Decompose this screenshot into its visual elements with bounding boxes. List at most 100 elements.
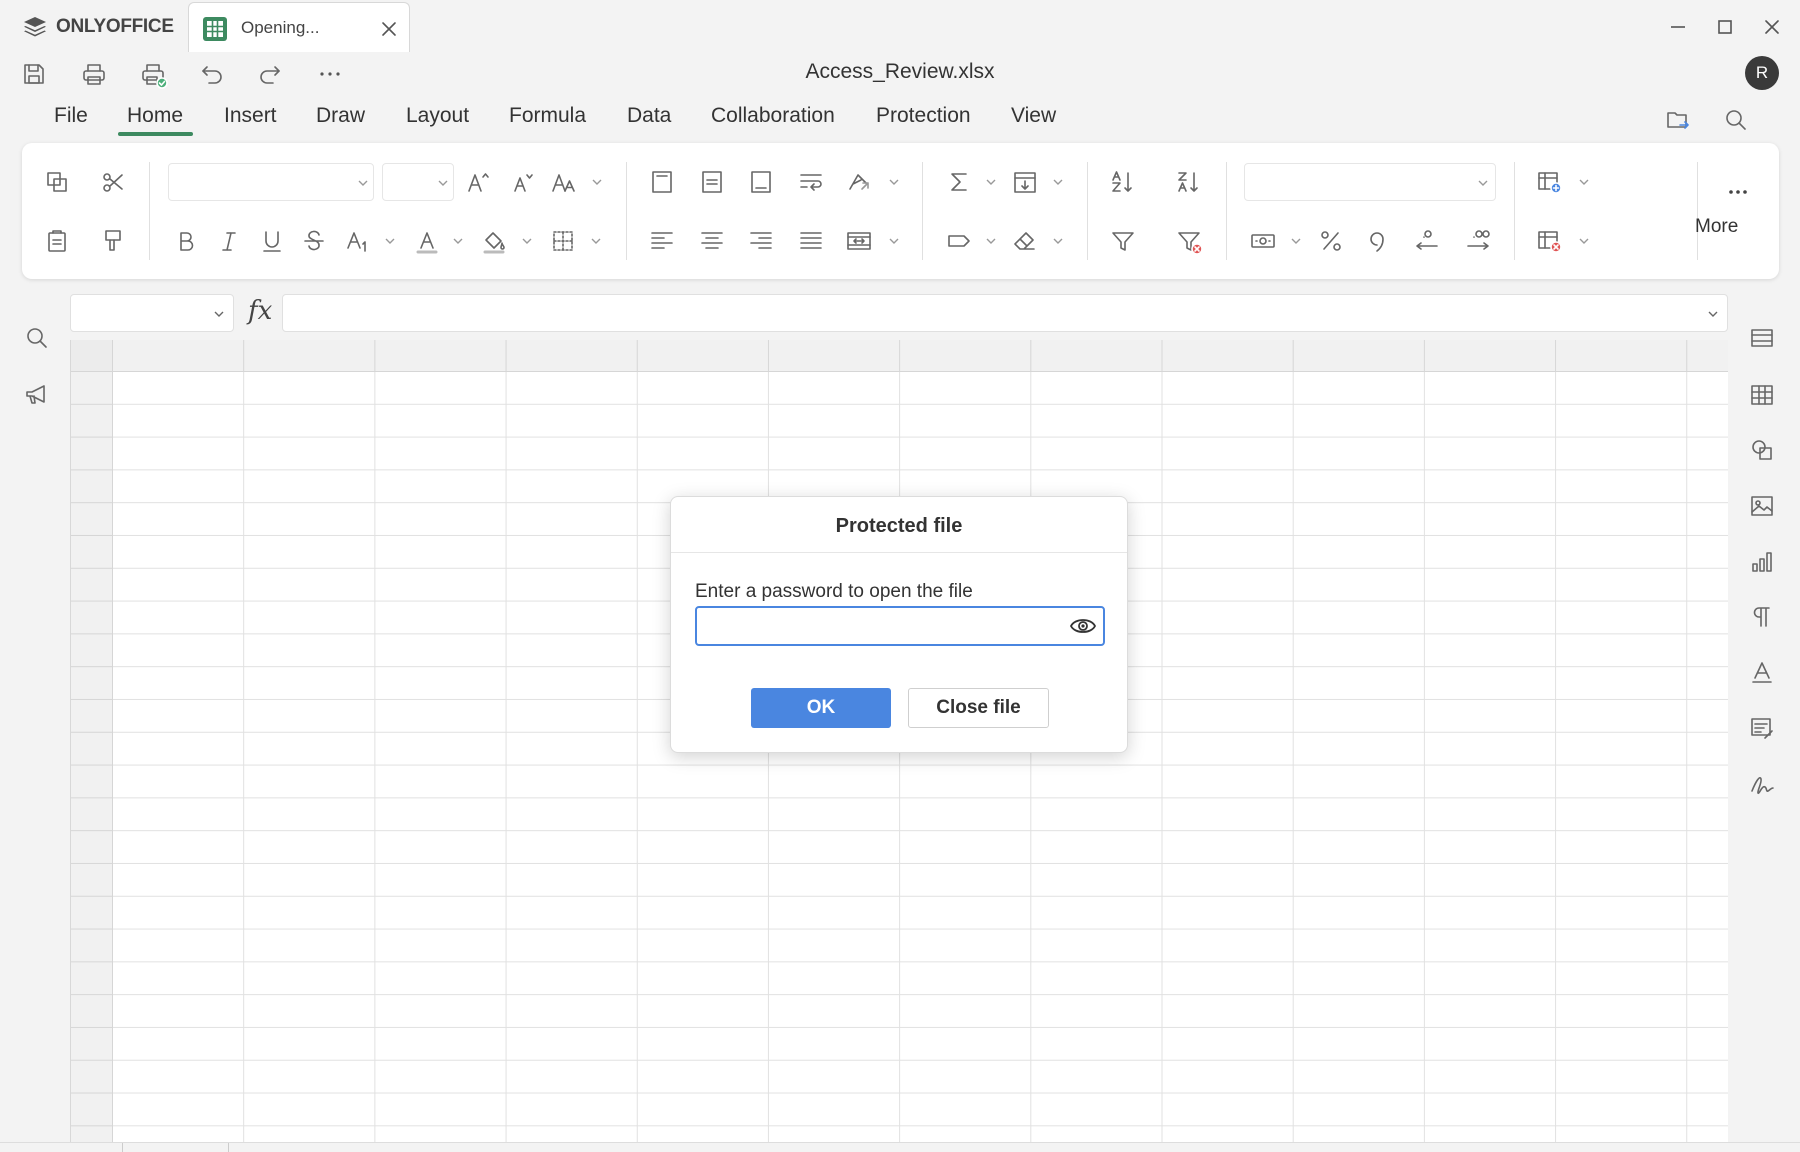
copy-icon[interactable]	[41, 166, 73, 198]
strikethrough-icon[interactable]	[298, 225, 330, 257]
clear-icon[interactable]	[1009, 225, 1041, 257]
maximize-window-icon[interactable]	[1711, 13, 1739, 41]
accounting-format-icon[interactable]	[1247, 225, 1279, 257]
align-center-icon[interactable]	[696, 225, 728, 257]
tab-protection[interactable]: Protection	[876, 104, 971, 128]
formula-input[interactable]	[282, 294, 1728, 332]
named-range-icon[interactable]	[943, 225, 975, 257]
sum-icon[interactable]	[943, 166, 975, 198]
feedback-megaphone-icon[interactable]	[21, 379, 53, 411]
tab-file[interactable]: File	[54, 104, 88, 128]
borders-icon[interactable]	[547, 225, 579, 257]
increase-decimal-icon[interactable]	[1462, 225, 1494, 257]
user-avatar[interactable]: R	[1745, 56, 1779, 90]
chevron-down-icon[interactable]	[888, 176, 900, 188]
chart-settings-icon[interactable]	[1746, 546, 1778, 578]
open-file-location-icon[interactable]	[1662, 104, 1694, 136]
chevron-down-icon[interactable]	[1052, 176, 1064, 188]
password-input[interactable]	[695, 606, 1105, 646]
show-password-eye-icon[interactable]	[1069, 615, 1097, 637]
increase-font-icon[interactable]	[462, 166, 494, 198]
shape-settings-icon[interactable]	[1746, 434, 1778, 466]
minimize-window-icon[interactable]	[1664, 13, 1692, 41]
italic-icon[interactable]	[213, 225, 245, 257]
chevron-down-icon[interactable]	[1052, 235, 1064, 247]
sort-descending-icon[interactable]	[1173, 166, 1205, 198]
align-right-icon[interactable]	[745, 225, 777, 257]
font-size-select[interactable]	[382, 163, 454, 201]
bold-icon[interactable]	[170, 225, 202, 257]
document-tab[interactable]: Opening...	[188, 2, 410, 52]
function-icon[interactable]: fx	[248, 296, 272, 326]
font-name-select[interactable]	[168, 163, 374, 201]
cell-area[interactable]	[113, 372, 1728, 1142]
justify-icon[interactable]	[795, 225, 827, 257]
paste-icon[interactable]	[41, 225, 73, 257]
cut-icon[interactable]	[97, 166, 129, 198]
text-art-settings-icon[interactable]	[1746, 656, 1778, 688]
sort-ascending-icon[interactable]	[1107, 166, 1139, 198]
ok-button[interactable]: OK	[751, 688, 891, 728]
subscript-icon[interactable]	[343, 225, 375, 257]
underline-icon[interactable]	[256, 225, 288, 257]
change-case-icon[interactable]	[548, 166, 580, 198]
more-button-label[interactable]: More	[1695, 216, 1738, 238]
align-top-icon[interactable]	[646, 166, 678, 198]
cell-settings-icon[interactable]	[1746, 322, 1778, 354]
chevron-down-icon[interactable]	[590, 235, 602, 247]
tab-view[interactable]: View	[1011, 104, 1056, 128]
chevron-down-icon[interactable]	[591, 176, 603, 188]
align-bottom-icon[interactable]	[745, 166, 777, 198]
chevron-down-icon[interactable]	[521, 235, 533, 247]
tab-data[interactable]: Data	[627, 104, 671, 128]
chevron-down-icon[interactable]	[888, 235, 900, 247]
merge-cells-icon[interactable]	[843, 225, 875, 257]
name-box[interactable]	[70, 294, 234, 332]
fill-color-icon[interactable]	[478, 225, 510, 257]
chevron-down-icon[interactable]	[985, 235, 997, 247]
comma-style-icon[interactable]	[1361, 225, 1393, 257]
tab-home[interactable]: Home	[127, 104, 183, 128]
tab-draw[interactable]: Draw	[316, 104, 365, 128]
close-tab-icon[interactable]	[379, 19, 399, 39]
tab-insert[interactable]: Insert	[224, 104, 277, 128]
fill-down-icon[interactable]	[1009, 166, 1041, 198]
onlyoffice-logo[interactable]: ONLYOFFICE	[22, 12, 174, 42]
percent-icon[interactable]	[1315, 225, 1347, 257]
paragraph-settings-icon[interactable]	[1746, 601, 1778, 633]
text-orientation-icon[interactable]	[843, 166, 875, 198]
filter-icon[interactable]	[1107, 225, 1139, 257]
close-window-icon[interactable]	[1758, 13, 1786, 41]
find-icon[interactable]	[21, 322, 53, 354]
more-horizontal-icon[interactable]	[1722, 173, 1754, 205]
select-all-corner[interactable]	[71, 340, 113, 372]
chevron-down-icon[interactable]	[1578, 176, 1590, 188]
image-settings-icon[interactable]	[1746, 490, 1778, 522]
delete-cells-icon[interactable]	[1533, 225, 1565, 257]
expand-formula-icon[interactable]	[1707, 308, 1719, 320]
chevron-down-icon[interactable]	[985, 176, 997, 188]
number-format-select[interactable]	[1244, 163, 1496, 201]
table-settings-icon[interactable]	[1746, 379, 1778, 411]
pivot-settings-icon[interactable]	[1746, 713, 1778, 745]
align-middle-icon[interactable]	[696, 166, 728, 198]
close-file-button[interactable]: Close file	[908, 688, 1049, 728]
wrap-text-icon[interactable]	[795, 166, 827, 198]
format-painter-icon[interactable]	[97, 225, 129, 257]
chevron-down-icon[interactable]	[1290, 235, 1302, 247]
align-left-icon[interactable]	[646, 225, 678, 257]
chevron-down-icon[interactable]	[452, 235, 464, 247]
tab-collaboration[interactable]: Collaboration	[711, 104, 835, 128]
font-color-icon[interactable]	[411, 225, 443, 257]
search-icon[interactable]	[1720, 104, 1752, 136]
tab-layout[interactable]: Layout	[406, 104, 469, 128]
chevron-down-icon[interactable]	[384, 235, 396, 247]
signature-settings-icon[interactable]	[1746, 768, 1778, 800]
tab-formula[interactable]: Formula	[509, 104, 586, 128]
chevron-down-icon[interactable]	[1578, 235, 1590, 247]
insert-cells-icon[interactable]	[1533, 166, 1565, 198]
separator	[922, 162, 923, 260]
clear-filter-icon[interactable]	[1173, 225, 1205, 257]
decrease-font-icon[interactable]	[506, 166, 538, 198]
decrease-decimal-icon[interactable]	[1411, 225, 1443, 257]
